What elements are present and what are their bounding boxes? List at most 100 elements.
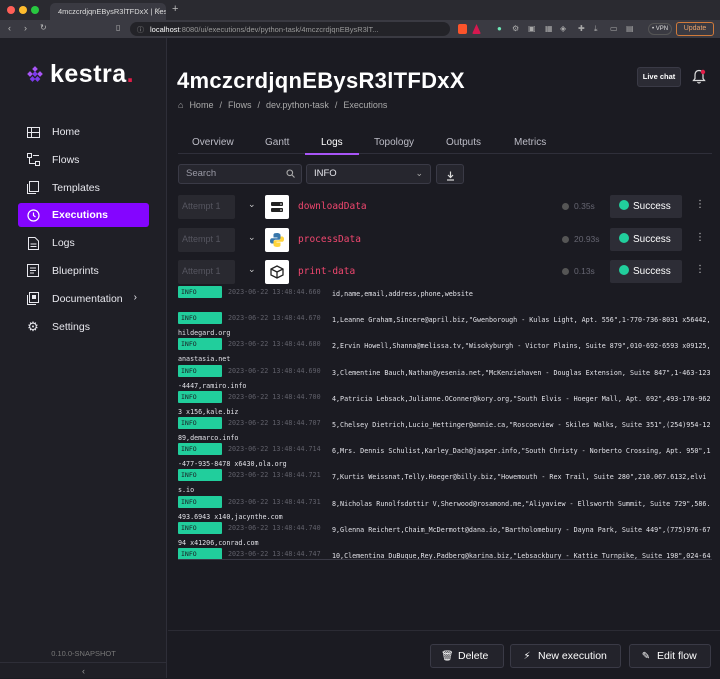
logo-wordmark-text: kestra [50,60,127,88]
close-window-icon[interactable] [7,6,15,14]
delete-button[interactable]: 🗑 Delete [430,644,504,668]
task-duration: 0.35s [562,201,595,211]
search-icon [286,169,295,178]
breadcrumb-separator: / [219,100,222,110]
sidebar-item-flows[interactable]: Flows [18,148,149,172]
chevron-down-icon[interactable]: ⌄ [248,232,256,243]
task-name: downloadData [298,201,367,212]
attempt-select[interactable]: Attempt 1 [178,228,235,252]
blueprints-icon [26,264,40,278]
extensions-icon[interactable]: ✚ [578,24,585,33]
log-level-select[interactable]: INFO ⌄ [306,164,431,184]
logo-wordmark: kestra. [50,60,134,89]
extension-camera-icon[interactable]: ▣ [528,24,536,33]
sidebar-item-executions[interactable]: Executions [18,203,149,228]
wallet-icon[interactable]: ▤ [626,24,634,33]
extension-box-icon[interactable]: ◈ [560,24,566,33]
back-icon[interactable]: ‹ [8,23,11,33]
tab-logs[interactable]: Logs [321,137,343,148]
sidebar-item-label: Logs [52,237,75,250]
check-circle-icon [619,265,629,275]
sidebar-item-label: Executions [52,209,109,222]
extension-grid-icon[interactable]: ▦ [545,24,553,33]
status-badge[interactable]: Success [610,228,682,251]
log-line: INFO 2023-06-22 13:48:44.714 6,Mrs. Dennis… [178,441,712,468]
site-info-icon[interactable]: ⓘ [137,25,144,35]
browser-chrome: 4mczcrdjqnEBysR3lTFDxX | Kestra ✕ + ‹ › … [0,0,720,38]
check-circle-icon [619,233,629,243]
new-execution-button[interactable]: ⚡ New execution [510,644,621,668]
brave-shield-icon[interactable] [458,24,467,34]
breadcrumb-executions[interactable]: Executions [343,100,387,110]
tab-topology[interactable]: Topology [374,137,414,148]
clock-icon [562,203,569,210]
breadcrumb-namespace-flow[interactable]: dev.python-task [266,100,329,110]
search-input[interactable]: Search [178,164,302,184]
attempt-select[interactable]: Attempt 1 [178,260,235,284]
chevron-down-icon[interactable]: ⌄ [248,199,256,210]
sidebar-item-label: Blueprints [52,264,99,277]
sidebar-item-documentation[interactable]: Documentation › [18,287,149,311]
tab-metrics[interactable]: Metrics [514,137,546,148]
sidebar-item-logs[interactable]: Logs [18,231,149,255]
sidebar-item-settings[interactable]: ⚙ Settings [18,315,149,339]
status-badge[interactable]: Success [610,195,682,218]
chevron-down-icon[interactable]: ⌄ [248,264,256,275]
url-bar[interactable]: ⓘ localhost:8080/ui/executions/dev/pytho… [130,22,450,36]
brave-rewards-icon[interactable] [472,24,481,34]
vpn-button[interactable]: • VPN [648,23,672,35]
log-line: INFO 2023-06-22 13:48:44.670 1,Leanne Grah… [178,310,712,337]
more-options-icon[interactable]: ⋮ [688,199,712,210]
version-label: 0.10.0-SNAPSHOT [51,649,116,658]
more-options-icon[interactable]: ⋮ [688,232,712,243]
bell-icon[interactable] [692,69,706,85]
downloads-icon[interactable]: ⤓ [594,24,598,34]
home-icon[interactable]: ⌂ [178,100,183,110]
attempt-select[interactable]: Attempt 1 [178,195,235,219]
update-button[interactable]: Update [676,22,714,36]
bookmark-icon[interactable]: ▯ [116,23,120,32]
new-tab-button[interactable]: + [172,3,178,15]
clock-icon [562,268,569,275]
url-path: :8080/ui/executions/dev/python-task/4mcz… [179,25,379,34]
sidebar-item-blueprints[interactable]: Blueprints [18,259,149,283]
clock-icon [562,236,569,243]
minimize-window-icon[interactable] [19,6,27,14]
kestra-logo[interactable]: kestra. [26,60,134,89]
action-bar: 🗑 Delete ⚡ New execution ✎ Edit flow [168,630,720,678]
forward-icon[interactable]: › [24,23,27,33]
extension-green-icon[interactable]: ● [497,24,502,33]
sidebar-nav: Home Flows Templates Executions Logs Blu… [18,120,149,342]
log-line: INFO 2023-06-22 13:48:44.690 3,Clementine … [178,363,712,390]
extension-icon[interactable]: ⚙ [512,24,519,33]
reload-icon[interactable]: ↻ [40,23,47,32]
sidebar-item-label: Settings [52,320,90,333]
tab-outputs[interactable]: Outputs [446,137,481,148]
breadcrumb-flows[interactable]: Flows [228,100,252,110]
close-tab-icon[interactable]: ✕ [154,6,161,15]
live-chat-button[interactable]: Live chat [637,67,681,87]
download-logs-button[interactable] [436,164,464,184]
edit-flow-button[interactable]: ✎ Edit flow [629,644,711,668]
status-badge[interactable]: Success [610,260,682,283]
log-message: 10,Clementina DuBuque,Rey.Padberg@karina… [332,551,711,560]
tab-overview[interactable]: Overview [192,137,234,148]
maximize-window-icon[interactable] [31,6,39,14]
task-row: Attempt 1 ⌄ print-data 0.13s Success ⋮ [178,260,712,284]
log-level-value: INFO [314,168,337,179]
browser-tab[interactable]: 4mczcrdjqnEBysR3lTFDxX | Kestra ✕ [50,3,166,20]
breadcrumb: ⌂ Home / Flows / dev.python-task / Execu… [178,100,393,110]
window-icon[interactable]: ▭ [610,24,618,33]
sidebar-item-label: Documentation [52,292,123,305]
collapse-sidebar-button[interactable]: ‹ [0,662,167,678]
breadcrumb-home[interactable]: Home [189,100,213,110]
tab-gantt[interactable]: Gantt [265,137,289,148]
server-icon [265,195,289,219]
sidebar-item-home[interactable]: Home [18,120,149,144]
log-line: INFO 2023-06-22 13:48:44.747 10,Clementina… [178,546,712,560]
status-label: Success [633,234,671,245]
more-options-icon[interactable]: ⋮ [688,264,712,275]
sidebar-item-templates[interactable]: Templates [18,176,149,200]
check-circle-icon [619,200,629,210]
breadcrumb-separator: / [257,100,260,110]
